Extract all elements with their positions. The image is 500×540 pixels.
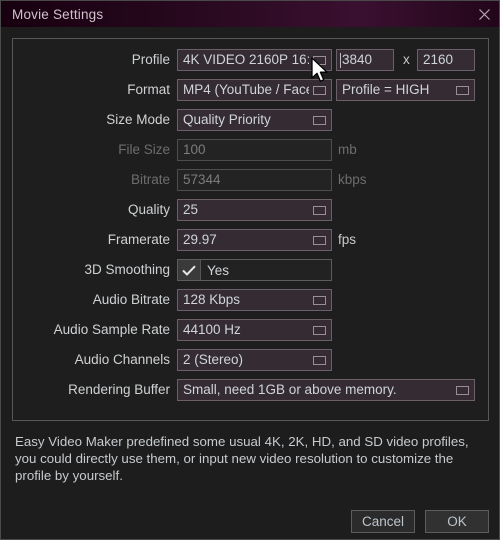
movie-settings-dialog: Movie Settings Profile 4K VIDEO 2160P 16… <box>0 0 500 540</box>
file-size-unit: mb <box>338 142 357 157</box>
row-bitrate: Bitrate 57344 kbps <box>13 169 488 191</box>
label-audio-sample-rate: Audio Sample Rate <box>53 322 170 337</box>
bitrate-input: 57344 <box>177 169 332 191</box>
ok-button[interactable]: OK <box>425 510 489 533</box>
format-profile-value: Profile = HIGH <box>342 82 430 97</box>
settings-panel: Profile 4K VIDEO 2160P 16:9 3840 x 2160 … <box>12 38 489 421</box>
chevron-down-icon <box>313 295 326 305</box>
label-rendering-buffer: Rendering Buffer <box>68 382 170 397</box>
row-audio-channels: Audio Channels 2 (Stereo) <box>13 349 488 371</box>
bitrate-value: 57344 <box>183 172 221 187</box>
row-audio-bitrate: Audio Bitrate 128 Kbps <box>13 289 488 311</box>
width-input[interactable]: 3840 <box>336 49 394 71</box>
profile-dropdown[interactable]: 4K VIDEO 2160P 16:9 <box>177 49 332 71</box>
width-value: 3840 <box>342 52 373 67</box>
audio-channels-value: 2 (Stereo) <box>183 352 244 367</box>
row-quality: Quality 25 <box>13 199 488 221</box>
format-profile-dropdown[interactable]: Profile = HIGH <box>336 79 475 101</box>
label-format: Format <box>127 82 170 97</box>
height-value: 2160 <box>423 52 454 67</box>
3d-smoothing-value: Yes <box>207 262 230 278</box>
quality-dropdown[interactable]: 25 <box>177 199 332 221</box>
framerate-unit: fps <box>338 232 357 247</box>
chevron-down-icon <box>313 85 326 95</box>
chevron-down-icon <box>313 115 326 125</box>
label-quality: Quality <box>127 202 170 217</box>
audio-bitrate-dropdown[interactable]: 128 Kbps <box>177 289 332 311</box>
cancel-button[interactable]: Cancel <box>351 510 415 533</box>
row-framerate: Framerate 29.97 fps <box>13 229 488 251</box>
row-file-size: File Size 100 mb <box>13 139 488 161</box>
label-audio-bitrate: Audio Bitrate <box>92 292 170 307</box>
text-caret <box>340 53 341 68</box>
row-format: Format MP4 (YouTube / Facebook) Profile … <box>13 79 488 101</box>
row-size-mode: Size Mode Quality Priority <box>13 109 488 131</box>
chevron-down-icon <box>313 325 326 335</box>
3d-smoothing-checkbox[interactable]: Yes <box>177 259 332 281</box>
height-input[interactable]: 2160 <box>417 49 475 71</box>
chevron-down-icon <box>313 205 326 215</box>
check-glyph <box>182 265 196 276</box>
label-3d-smoothing: 3D Smoothing <box>84 262 170 277</box>
label-size-mode: Size Mode <box>106 112 170 127</box>
size-mode-value: Quality Priority <box>183 112 271 127</box>
label-framerate: Framerate <box>107 232 170 247</box>
resolution-separator: x <box>403 52 410 67</box>
row-rendering-buffer: Rendering Buffer Small, need 1GB or abov… <box>13 379 488 401</box>
format-dropdown[interactable]: MP4 (YouTube / Facebook) <box>177 79 332 101</box>
label-profile: Profile <box>131 52 170 67</box>
file-size-input: 100 <box>177 139 332 161</box>
chevron-down-icon <box>313 355 326 365</box>
size-mode-dropdown[interactable]: Quality Priority <box>177 109 332 131</box>
rendering-buffer-value: Small, need 1GB or above memory. <box>183 382 397 397</box>
label-bitrate: Bitrate <box>130 172 170 187</box>
audio-sample-rate-value: 44100 Hz <box>183 322 241 337</box>
close-icon[interactable] <box>473 4 495 24</box>
file-size-value: 100 <box>183 142 206 157</box>
framerate-dropdown[interactable]: 29.97 <box>177 229 332 251</box>
framerate-value: 29.97 <box>183 232 217 247</box>
chevron-down-icon <box>313 55 326 65</box>
bitrate-unit: kbps <box>338 172 367 187</box>
row-audio-sample-rate: Audio Sample Rate 44100 Hz <box>13 319 488 341</box>
chevron-down-icon <box>456 85 469 95</box>
audio-bitrate-value: 128 Kbps <box>183 292 241 307</box>
close-x-glyph <box>478 8 490 20</box>
chevron-down-icon <box>456 385 469 395</box>
chevron-down-icon <box>313 235 326 245</box>
row-profile: Profile 4K VIDEO 2160P 16:9 3840 x 2160 <box>13 49 488 71</box>
title-bar: Movie Settings <box>1 1 499 27</box>
window-title: Movie Settings <box>12 6 104 22</box>
audio-channels-dropdown[interactable]: 2 (Stereo) <box>177 349 332 371</box>
info-text: Easy Video Maker predefined some usual 4… <box>15 434 469 483</box>
row-3d-smoothing: 3D Smoothing Yes <box>13 259 488 281</box>
profile-value: 4K VIDEO 2160P 16:9 <box>183 52 309 67</box>
format-value: MP4 (YouTube / Facebook) <box>183 82 309 97</box>
label-audio-channels: Audio Channels <box>74 352 170 367</box>
label-file-size: File Size <box>118 142 170 157</box>
quality-value: 25 <box>183 202 199 217</box>
rendering-buffer-dropdown[interactable]: Small, need 1GB or above memory. <box>177 379 475 401</box>
audio-sample-rate-dropdown[interactable]: 44100 Hz <box>177 319 332 341</box>
checkmark-icon <box>178 260 201 280</box>
